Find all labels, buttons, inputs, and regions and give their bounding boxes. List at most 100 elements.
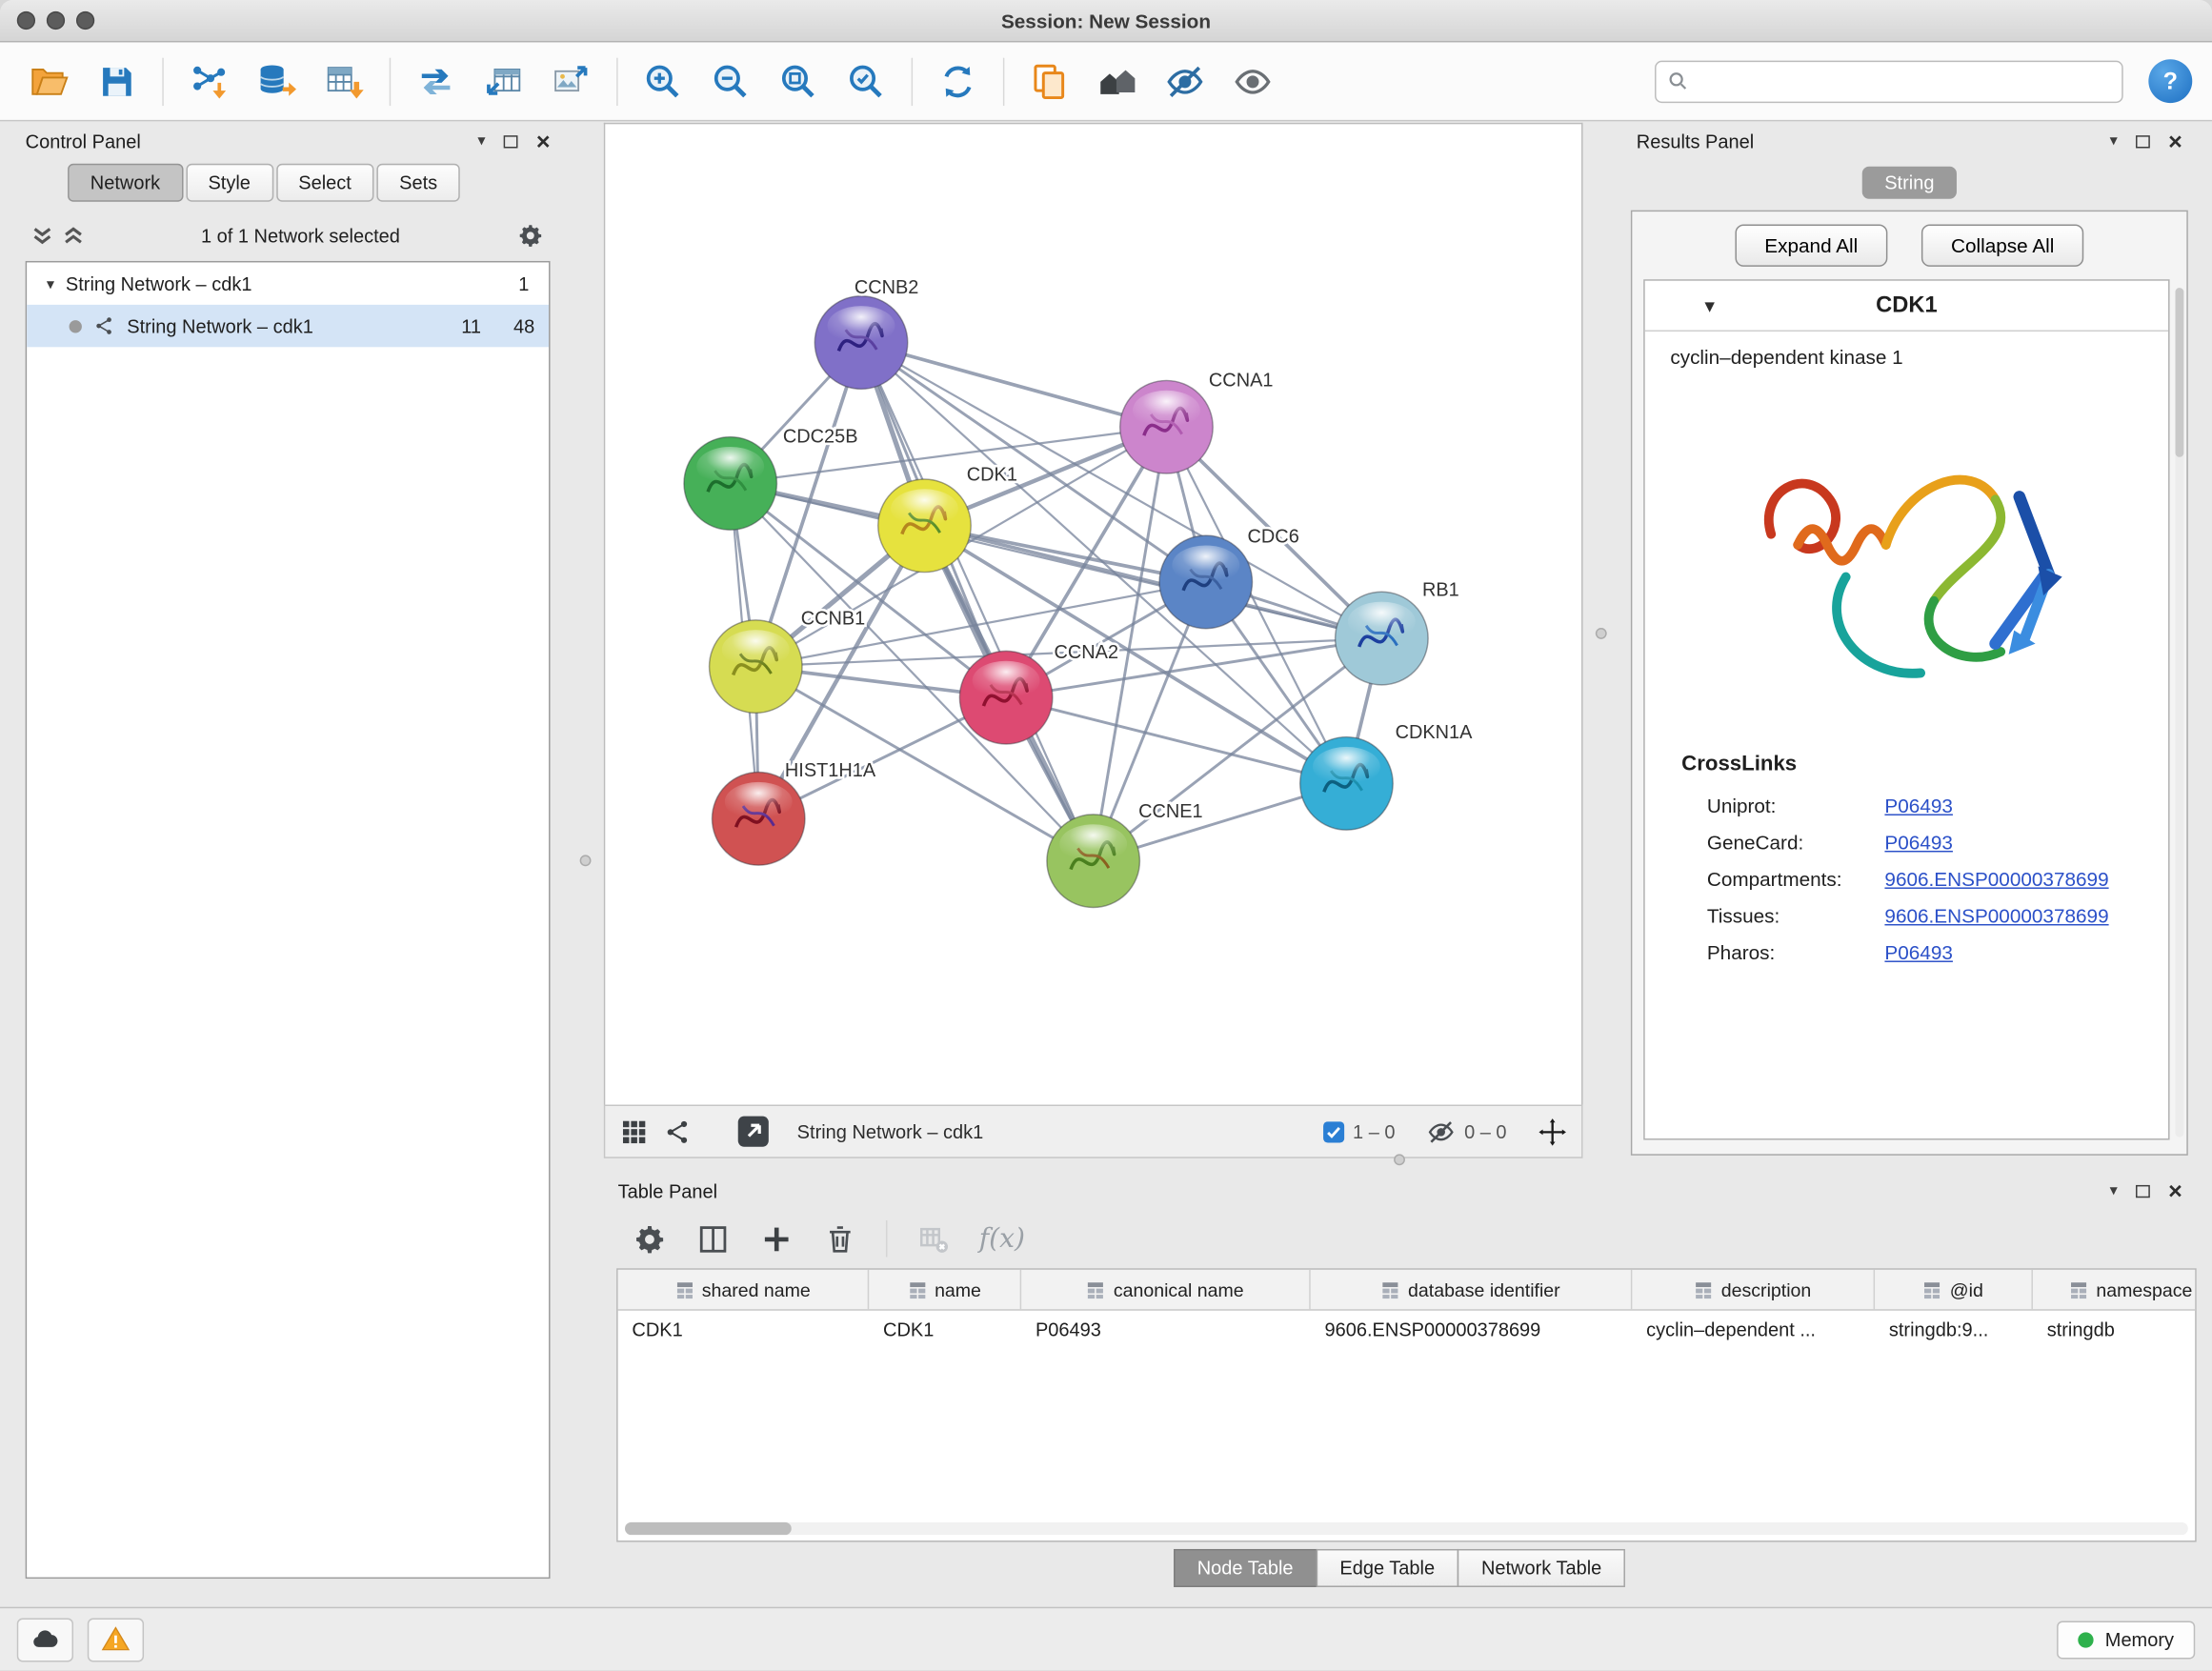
right-splitter-handle[interactable] bbox=[1596, 628, 1607, 639]
zoom-fit-button[interactable] bbox=[769, 51, 828, 111]
float-panel-icon[interactable]: ▾ bbox=[477, 133, 485, 149]
search-input[interactable] bbox=[1697, 70, 2110, 91]
column-header-database-identifier[interactable]: database identifier bbox=[1311, 1270, 1633, 1309]
crosslink-link[interactable]: P06493 bbox=[1884, 795, 1952, 817]
gene-card-header[interactable]: ▼ CDK1 bbox=[1645, 281, 2168, 332]
zoom-out-button[interactable] bbox=[701, 51, 760, 111]
open-in-new-window-icon[interactable] bbox=[735, 1113, 773, 1150]
maximize-panel-icon[interactable] bbox=[2136, 1184, 2150, 1197]
network-node-rb1[interactable]: RB1 bbox=[1336, 580, 1459, 685]
results-tab-string[interactable]: String bbox=[1862, 166, 1958, 198]
network-node-ccna1[interactable]: CCNA1 bbox=[1120, 370, 1274, 473]
horizontal-splitter-handle[interactable] bbox=[1394, 1154, 1405, 1165]
table-cell[interactable]: 9606.ENSP00000378699 bbox=[1311, 1311, 1633, 1349]
memory-button[interactable]: Memory bbox=[2057, 1621, 2195, 1659]
close-window-button[interactable] bbox=[17, 11, 35, 30]
crosslink-link[interactable]: 9606.ENSP00000378699 bbox=[1884, 868, 2108, 891]
crosslink-link[interactable]: P06493 bbox=[1884, 941, 1952, 964]
column-header-namespace[interactable]: namespace bbox=[2033, 1270, 2197, 1309]
network-edge[interactable] bbox=[861, 343, 1094, 861]
table-row[interactable]: CDK1CDK1P064939606.ENSP00000378699cyclin… bbox=[618, 1311, 2196, 1349]
collapse-all-button[interactable]: Collapse All bbox=[1921, 224, 2084, 266]
import-network-database-button[interactable] bbox=[247, 51, 306, 111]
column-header-name[interactable]: name bbox=[869, 1270, 1021, 1309]
home-button[interactable] bbox=[1088, 51, 1147, 111]
left-splitter-handle[interactable] bbox=[580, 855, 592, 866]
zoom-window-button[interactable] bbox=[76, 11, 94, 30]
zoom-in-button[interactable] bbox=[633, 51, 693, 111]
network-options-gear-icon[interactable] bbox=[516, 221, 545, 250]
tab-select[interactable]: Select bbox=[276, 164, 374, 202]
table-cell[interactable]: CDK1 bbox=[869, 1311, 1021, 1349]
delete-column-icon[interactable] bbox=[822, 1221, 857, 1257]
selection-checkbox-icon[interactable] bbox=[1323, 1121, 1344, 1142]
hidden-eye-slash-icon[interactable] bbox=[1426, 1117, 1456, 1146]
grid-view-icon[interactable] bbox=[619, 1117, 649, 1146]
tab-network-table[interactable]: Network Table bbox=[1458, 1548, 1626, 1586]
network-overview-icon[interactable] bbox=[663, 1117, 693, 1146]
network-node-ccnb1[interactable]: CCNB1 bbox=[710, 608, 866, 713]
column-header-@id[interactable]: @id bbox=[1875, 1270, 2033, 1309]
pan-move-icon[interactable] bbox=[1538, 1117, 1567, 1146]
title-bar[interactable]: Session: New Session bbox=[0, 0, 2212, 42]
close-panel-icon[interactable]: × bbox=[536, 129, 551, 152]
help-button[interactable]: ? bbox=[2148, 59, 2192, 103]
warnings-button[interactable] bbox=[88, 1618, 144, 1661]
close-panel-icon[interactable]: × bbox=[2168, 1178, 2182, 1202]
add-column-icon[interactable] bbox=[759, 1221, 794, 1257]
expand-all-networks-icon[interactable] bbox=[31, 224, 54, 247]
maximize-panel-icon[interactable] bbox=[504, 134, 518, 147]
column-header-shared-name[interactable]: shared name bbox=[618, 1270, 870, 1309]
scrollbar-thumb[interactable] bbox=[625, 1522, 792, 1535]
close-panel-icon[interactable]: × bbox=[2168, 129, 2182, 152]
show-columns-icon[interactable] bbox=[695, 1221, 731, 1257]
search-box[interactable] bbox=[1655, 60, 2123, 102]
network-canvas-container[interactable]: CCNB2CCNA1CDC25BCDK1CDC6RB1CCNB1CCNA2CDK… bbox=[604, 123, 1583, 1105]
save-session-button[interactable] bbox=[88, 51, 147, 111]
open-session-button[interactable] bbox=[20, 51, 79, 111]
minimize-window-button[interactable] bbox=[47, 11, 65, 30]
new-network-button[interactable] bbox=[406, 51, 465, 111]
zoom-selected-button[interactable] bbox=[836, 51, 895, 111]
show-all-button[interactable] bbox=[1223, 51, 1282, 111]
tab-node-table[interactable]: Node Table bbox=[1174, 1548, 1317, 1586]
cloud-button[interactable] bbox=[17, 1618, 73, 1661]
table-cell[interactable]: P06493 bbox=[1021, 1311, 1311, 1349]
tab-network[interactable]: Network bbox=[68, 164, 183, 202]
float-panel-icon[interactable]: ▾ bbox=[2110, 1183, 2118, 1198]
export-image-button[interactable] bbox=[542, 51, 601, 111]
table-cell[interactable]: cyclin–dependent ... bbox=[1632, 1311, 1875, 1349]
network-node-hist1h1a[interactable]: HIST1H1A bbox=[713, 760, 876, 865]
tab-edge-table[interactable]: Edge Table bbox=[1316, 1548, 1458, 1586]
crosslink-link[interactable]: P06493 bbox=[1884, 831, 1952, 854]
table-horizontal-scrollbar[interactable] bbox=[625, 1522, 2188, 1535]
maximize-panel-icon[interactable] bbox=[2136, 134, 2150, 147]
import-network-file-button[interactable] bbox=[179, 51, 238, 111]
tab-sets[interactable]: Sets bbox=[376, 164, 459, 202]
network-canvas[interactable]: CCNB2CCNA1CDC25BCDK1CDC6RB1CCNB1CCNA2CDK… bbox=[605, 124, 1581, 1104]
import-table-file-button[interactable] bbox=[314, 51, 373, 111]
results-scrollbar[interactable] bbox=[2175, 288, 2183, 1137]
collapse-triangle-icon[interactable]: ▾ bbox=[47, 274, 54, 292]
network-node-ccna2[interactable]: CCNA2 bbox=[959, 642, 1118, 744]
refresh-network-button[interactable] bbox=[928, 51, 987, 111]
float-panel-icon[interactable]: ▾ bbox=[2110, 133, 2118, 149]
collapse-all-networks-icon[interactable] bbox=[62, 224, 85, 247]
network-node-cdk1[interactable]: CDK1 bbox=[878, 464, 1017, 572]
new-table-button[interactable] bbox=[474, 51, 533, 111]
network-row-selected[interactable]: String Network – cdk1 11 48 bbox=[27, 305, 549, 347]
network-node-cdkn1a[interactable]: CDKN1A bbox=[1300, 722, 1473, 830]
expand-all-button[interactable]: Expand All bbox=[1735, 224, 1887, 266]
network-collection-row[interactable]: ▾ String Network – cdk1 1 bbox=[27, 262, 549, 304]
hide-selected-button[interactable] bbox=[1156, 51, 1215, 111]
column-header-canonical-name[interactable]: canonical name bbox=[1021, 1270, 1311, 1309]
copy-document-button[interactable] bbox=[1020, 51, 1079, 111]
collapse-triangle-icon[interactable]: ▼ bbox=[1701, 295, 1719, 315]
tab-style[interactable]: Style bbox=[186, 164, 273, 202]
crosslink-link[interactable]: 9606.ENSP00000378699 bbox=[1884, 904, 2108, 927]
table-cell[interactable]: stringdb bbox=[2033, 1311, 2197, 1349]
table-cell[interactable]: stringdb:9... bbox=[1875, 1311, 2033, 1349]
column-header-description[interactable]: description bbox=[1632, 1270, 1875, 1309]
table-cell[interactable]: CDK1 bbox=[618, 1311, 870, 1349]
table-settings-gear-icon[interactable] bbox=[632, 1221, 667, 1257]
